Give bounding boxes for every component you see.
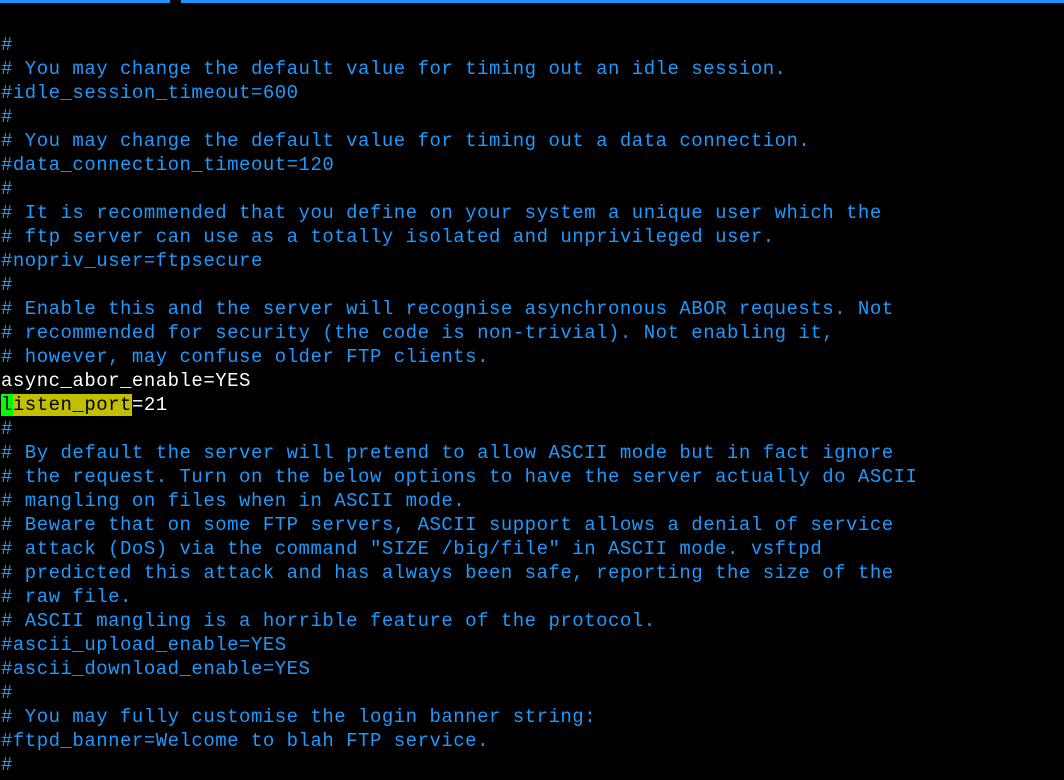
title-bar <box>0 0 1064 5</box>
config-line: # however, may confuse older FTP clients… <box>1 346 489 368</box>
config-line: # ftp server can use as a totally isolat… <box>1 226 775 248</box>
config-line: # <box>1 682 13 704</box>
config-line-active-setting: async_abor_enable=YES <box>1 370 251 392</box>
config-line: # <box>1 274 13 296</box>
search-match-cursor: l <box>1 394 13 416</box>
search-match: isten_port <box>13 394 132 416</box>
config-value: =21 <box>132 394 168 416</box>
config-line: #data_connection_timeout=120 <box>1 154 334 176</box>
config-line: # recommended for security (the code is … <box>1 322 834 344</box>
config-line: # You may fully customise the login bann… <box>1 706 596 728</box>
config-line: # Beware that on some FTP servers, ASCII… <box>1 514 894 536</box>
config-line: # <box>1 178 13 200</box>
config-line: # predicted this attack and has always b… <box>1 562 894 584</box>
config-line: # It is recommended that you define on y… <box>1 202 882 224</box>
config-line: # <box>1 34 13 56</box>
config-line-highlighted: listen_port=21 <box>1 394 168 416</box>
config-line: # <box>1 754 13 776</box>
title-bar-highlight <box>0 0 1064 3</box>
config-line: # Enable this and the server will recogn… <box>1 298 894 320</box>
text-editor-viewport[interactable]: # # You may change the default value for… <box>0 5 1064 780</box>
config-line: # attack (DoS) via the command "SIZE /bi… <box>1 538 822 560</box>
config-line: # By default the server will pretend to … <box>1 442 894 464</box>
config-line: # raw file. <box>1 586 132 608</box>
config-line: #nopriv_user=ftpsecure <box>1 250 263 272</box>
config-line: #idle_session_timeout=600 <box>1 82 299 104</box>
config-line: # You may change the default value for t… <box>1 58 787 80</box>
config-line: # mangling on files when in ASCII mode. <box>1 490 465 512</box>
config-line: # <box>1 106 13 128</box>
config-line: # ASCII mangling is a horrible feature o… <box>1 610 656 632</box>
config-line: # <box>1 418 13 440</box>
config-line: # You may change the default value for t… <box>1 130 810 152</box>
config-line: #ascii_download_enable=YES <box>1 658 310 680</box>
config-line: #ascii_upload_enable=YES <box>1 634 287 656</box>
config-line: #ftpd_banner=Welcome to blah FTP service… <box>1 730 489 752</box>
config-line: # the request. Turn on the below options… <box>1 466 917 488</box>
